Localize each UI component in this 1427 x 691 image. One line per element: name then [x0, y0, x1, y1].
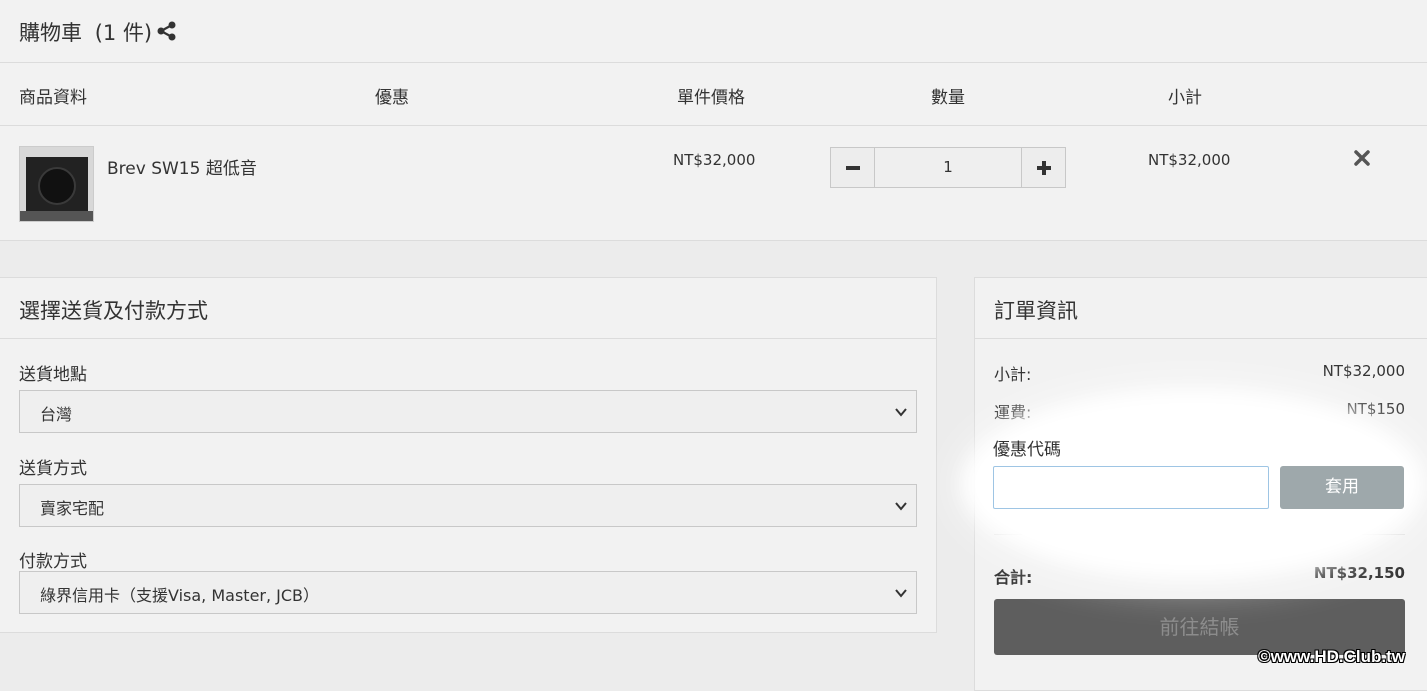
- header-quantity: 數量: [931, 88, 965, 108]
- delivery-location-label: 送貨地點: [19, 365, 87, 385]
- delivery-location-value: 台灣: [40, 405, 73, 424]
- share-icon[interactable]: [157, 21, 177, 41]
- line-subtotal: NT$32,000: [1148, 151, 1231, 169]
- chevron-down-icon: [895, 589, 907, 598]
- chevron-down-icon: [895, 408, 907, 417]
- quantity-decrease-button[interactable]: [830, 147, 875, 188]
- cart-item-row: Brev SW15 超低音 NT$32,000 1 NT$32,000: [0, 126, 1427, 240]
- cart-title: 購物車 (1 件): [19, 17, 152, 47]
- cart-section: 購物車 (1 件) 商品資料 優惠 單件價格 數量 小計 Brev SW15 超…: [0, 0, 1427, 241]
- delivery-method-select[interactable]: 賣家宅配: [19, 484, 917, 527]
- header-subtotal: 小計: [1168, 88, 1202, 108]
- minus-icon: [845, 166, 860, 170]
- cart-header: 購物車 (1 件): [0, 0, 1427, 63]
- plus-icon: [1036, 161, 1051, 175]
- watermark: ©www.HD.Club.tw: [1258, 647, 1405, 666]
- shipping-panel-header: 選擇送貨及付款方式: [0, 278, 936, 339]
- product-image-label-strip: [20, 211, 93, 221]
- shipping-payment-panel: 選擇送貨及付款方式 送貨地點 台灣 送貨方式 賣家宅配 付款方式 綠界信用卡（支…: [0, 277, 937, 633]
- coupon-code-label: 優惠代碼: [993, 440, 1061, 460]
- cart-table-header: 商品資料 優惠 單件價格 數量 小計: [0, 63, 1427, 126]
- delivery-method-label: 送貨方式: [19, 459, 87, 479]
- coupon-area: 優惠代碼 套用: [974, 277, 1427, 691]
- payment-method-value: 綠界信用卡（支援Visa, Master, JCB）: [40, 586, 320, 605]
- remove-icon[interactable]: [1354, 150, 1370, 166]
- product-name[interactable]: Brev SW15 超低音: [107, 154, 257, 179]
- shipping-panel-title: 選擇送貨及付款方式: [19, 299, 208, 323]
- cart-title-text: 購物車: [19, 21, 82, 45]
- header-discount: 優惠: [375, 88, 409, 108]
- cart-item-count: (1 件): [94, 21, 153, 45]
- payment-method-select[interactable]: 綠界信用卡（支援Visa, Master, JCB）: [19, 571, 917, 614]
- payment-method-label: 付款方式: [19, 552, 87, 572]
- product-image[interactable]: [19, 146, 94, 222]
- chevron-down-icon: [895, 502, 907, 511]
- header-product: 商品資料: [19, 88, 87, 108]
- quantity-increase-button[interactable]: [1021, 147, 1066, 188]
- apply-coupon-button[interactable]: 套用: [1280, 466, 1404, 509]
- quantity-input[interactable]: 1: [875, 147, 1021, 188]
- coupon-code-input[interactable]: [993, 466, 1269, 509]
- delivery-location-select[interactable]: 台灣: [19, 390, 917, 433]
- header-unit-price: 單件價格: [677, 88, 745, 108]
- delivery-method-value: 賣家宅配: [40, 499, 105, 518]
- product-image-speaker: [26, 157, 88, 211]
- unit-price: NT$32,000: [673, 151, 756, 169]
